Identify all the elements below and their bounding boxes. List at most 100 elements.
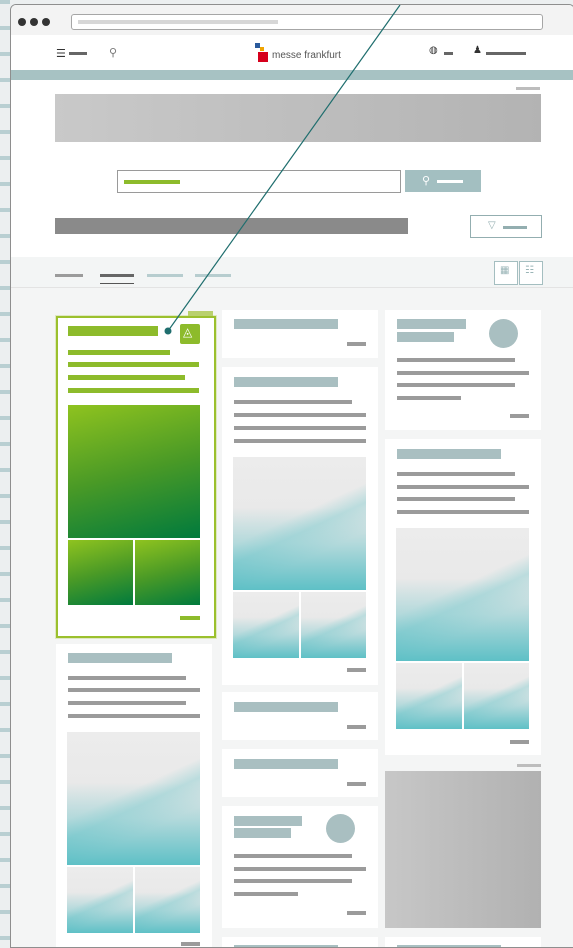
card-text-line bbox=[234, 400, 352, 404]
user-icon[interactable]: ♟ bbox=[473, 45, 482, 56]
content-card[interactable] bbox=[222, 692, 378, 740]
list-view-button[interactable]: ☷ bbox=[519, 261, 543, 285]
featured-card[interactable]: ◬ bbox=[56, 316, 216, 638]
menu-label[interactable] bbox=[69, 52, 87, 55]
hero-caption bbox=[516, 87, 540, 90]
card-image bbox=[67, 732, 200, 865]
logo-mark bbox=[258, 52, 268, 62]
content-card[interactable] bbox=[385, 310, 541, 430]
card-text-line bbox=[397, 358, 515, 362]
menu-icon[interactable]: ☰ bbox=[56, 49, 66, 60]
card-text-line bbox=[234, 892, 298, 896]
card-text-line bbox=[234, 854, 352, 858]
card-title bbox=[234, 816, 302, 826]
content-card[interactable] bbox=[222, 937, 378, 947]
card-thumbnail bbox=[464, 663, 529, 729]
content-card[interactable] bbox=[222, 806, 378, 928]
card-footer-tag bbox=[180, 616, 200, 620]
search-icon[interactable]: ⚲ bbox=[109, 46, 117, 59]
card-text-line bbox=[68, 388, 199, 393]
card-text-line bbox=[397, 472, 515, 476]
card-text-line bbox=[234, 413, 366, 417]
content-card[interactable] bbox=[222, 367, 378, 685]
tab-bar: ▦ ☷ bbox=[11, 257, 573, 288]
card-image bbox=[68, 405, 200, 538]
site-header: ☰ ⚲ messe frankfurt ◍ ♟ bbox=[11, 35, 573, 75]
filter-button[interactable]: ▽ bbox=[470, 215, 542, 238]
card-footer-tag bbox=[347, 342, 366, 346]
card-footer-tag bbox=[347, 725, 366, 729]
card-text-line bbox=[234, 426, 366, 430]
card-title bbox=[68, 653, 172, 663]
tab-2-active[interactable] bbox=[100, 274, 134, 277]
card-text-line bbox=[234, 439, 366, 443]
card-title bbox=[234, 702, 338, 712]
search-icon: ⚲ bbox=[422, 175, 431, 187]
card-title bbox=[234, 828, 291, 838]
grid-view-button[interactable]: ▦ bbox=[494, 261, 518, 285]
address-bar[interactable] bbox=[71, 14, 543, 30]
search-input[interactable] bbox=[117, 170, 401, 193]
card-text-line bbox=[68, 676, 186, 680]
results-heading bbox=[55, 218, 408, 234]
card-title bbox=[68, 326, 158, 336]
language-label[interactable] bbox=[444, 52, 453, 55]
content-card[interactable] bbox=[222, 749, 378, 797]
window-dot-icon[interactable] bbox=[30, 18, 38, 26]
card-thumbnail bbox=[67, 867, 133, 933]
active-tab-underline bbox=[100, 283, 134, 284]
filter-icon: ▽ bbox=[488, 220, 496, 231]
card-title bbox=[397, 319, 466, 329]
window-dot-icon[interactable] bbox=[18, 18, 26, 26]
card-thumbnail bbox=[135, 867, 200, 933]
search-placeholder bbox=[124, 180, 180, 184]
tab-1[interactable] bbox=[55, 274, 83, 277]
search-button-label bbox=[437, 180, 463, 183]
card-text-line bbox=[68, 701, 186, 705]
card-text-line bbox=[397, 485, 529, 489]
card-text-line bbox=[68, 714, 200, 718]
page-edge-decoration bbox=[0, 0, 10, 946]
browser-window: ☰ ⚲ messe frankfurt ◍ ♟ ⚲ ▽ ▦ ☷ ◬ bbox=[10, 4, 573, 948]
content-card[interactable] bbox=[385, 937, 541, 947]
avatar bbox=[326, 814, 355, 843]
card-thumbnail bbox=[396, 663, 462, 729]
filter-button-label bbox=[503, 226, 527, 229]
avatar bbox=[489, 319, 518, 348]
card-footer-tag bbox=[181, 942, 200, 946]
language-icon[interactable]: ◍ bbox=[429, 45, 438, 56]
card-text-line bbox=[397, 383, 515, 387]
badge-icon[interactable]: ◬ bbox=[180, 324, 200, 344]
card-text-line bbox=[397, 497, 515, 501]
card-text-line bbox=[68, 362, 199, 367]
featured-tab bbox=[188, 311, 213, 316]
logo-mark bbox=[260, 47, 264, 51]
hero-banner bbox=[55, 94, 541, 142]
card-text-line bbox=[68, 375, 185, 380]
card-footer-tag bbox=[347, 782, 366, 786]
card-title bbox=[234, 377, 338, 387]
card-text-line bbox=[397, 396, 461, 400]
card-image bbox=[396, 528, 529, 661]
badge-symbol: ◬ bbox=[183, 325, 193, 339]
list-view-icon: ☷ bbox=[525, 265, 534, 276]
tab-3[interactable] bbox=[147, 274, 183, 277]
window-dot-icon[interactable] bbox=[42, 18, 50, 26]
card-title bbox=[234, 319, 338, 329]
card-image bbox=[233, 457, 366, 590]
content-card[interactable] bbox=[222, 310, 378, 358]
tab-4[interactable] bbox=[195, 274, 231, 277]
card-footer-tag bbox=[347, 668, 366, 672]
image-card[interactable] bbox=[385, 771, 541, 928]
card-thumbnail bbox=[68, 540, 133, 605]
user-label[interactable] bbox=[486, 52, 526, 55]
card-text-line bbox=[234, 879, 352, 883]
card-text-line bbox=[397, 510, 529, 514]
content-grid: ◬ bbox=[11, 288, 573, 947]
search-button[interactable]: ⚲ bbox=[405, 170, 481, 192]
content-card[interactable] bbox=[56, 644, 212, 947]
card-footer-tag bbox=[510, 740, 529, 744]
content-card[interactable] bbox=[385, 439, 541, 755]
brand-name: messe frankfurt bbox=[272, 50, 341, 61]
header-accent-strip bbox=[11, 70, 573, 80]
